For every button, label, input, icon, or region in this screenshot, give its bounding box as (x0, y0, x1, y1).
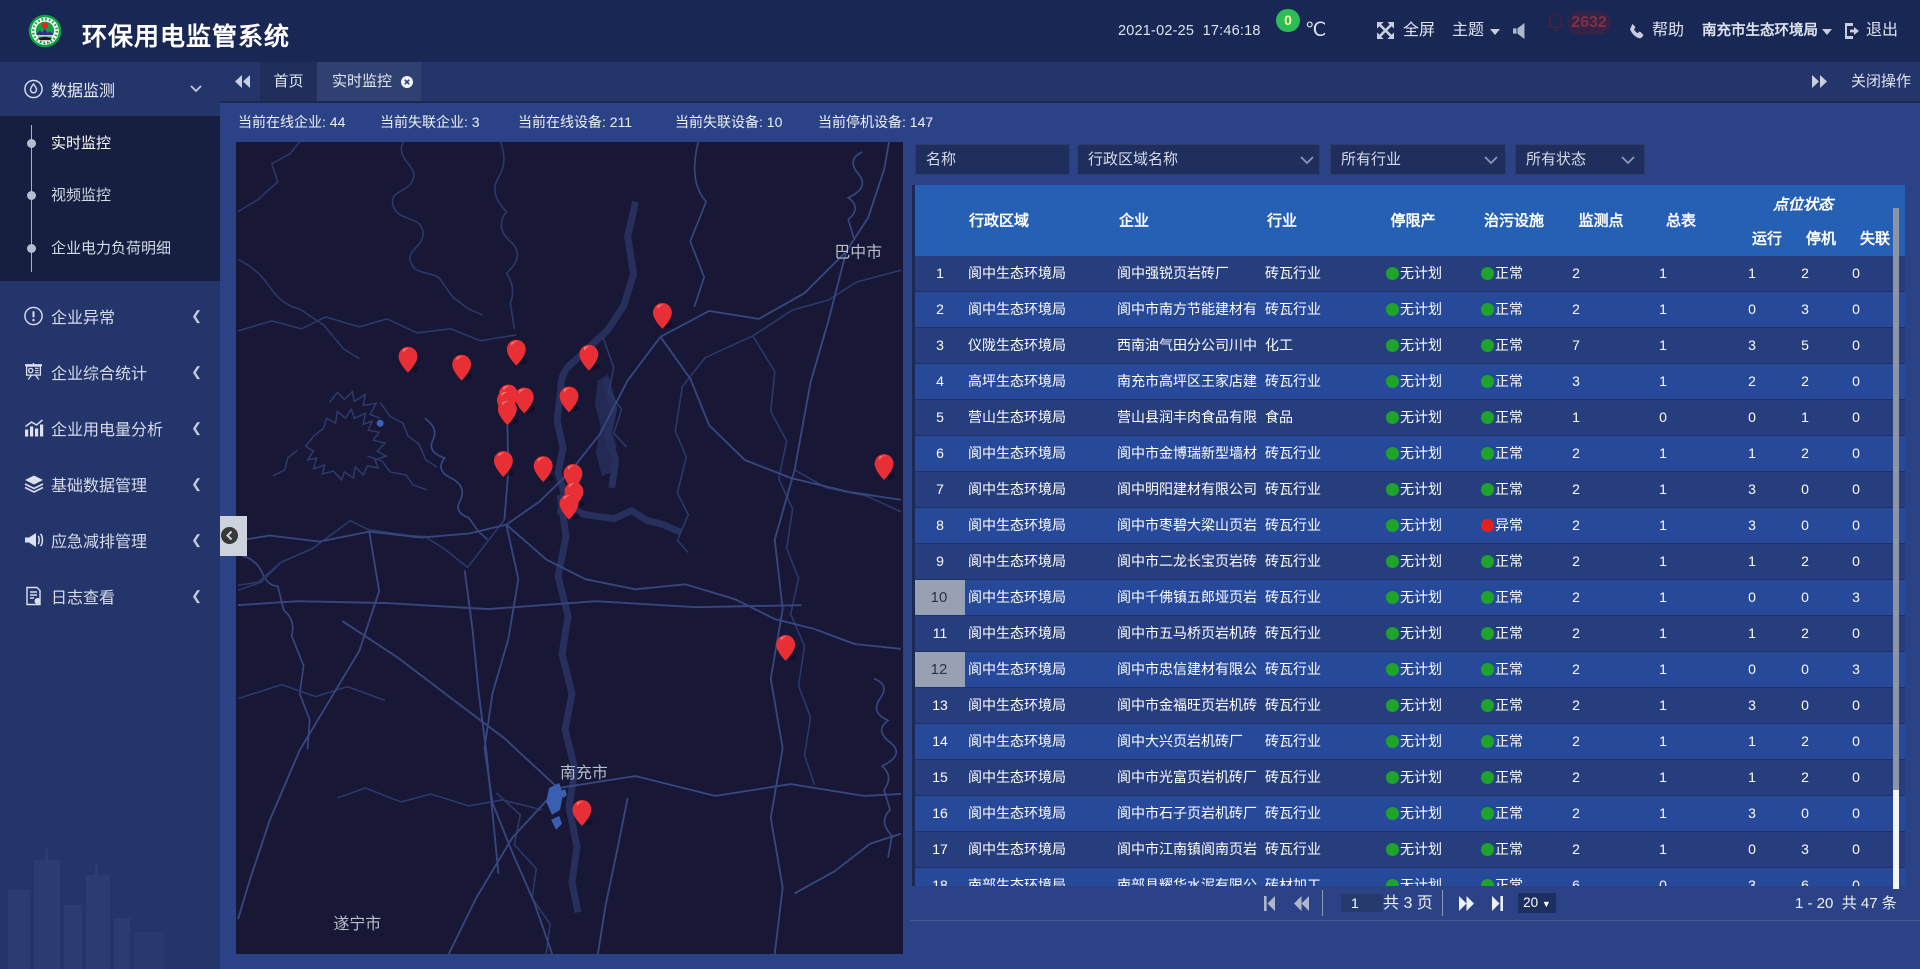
svg-text:遂宁市: 遂宁市 (333, 915, 381, 933)
svg-text:巴中市: 巴中市 (834, 243, 882, 261)
svg-text:南充市: 南充市 (560, 764, 608, 782)
